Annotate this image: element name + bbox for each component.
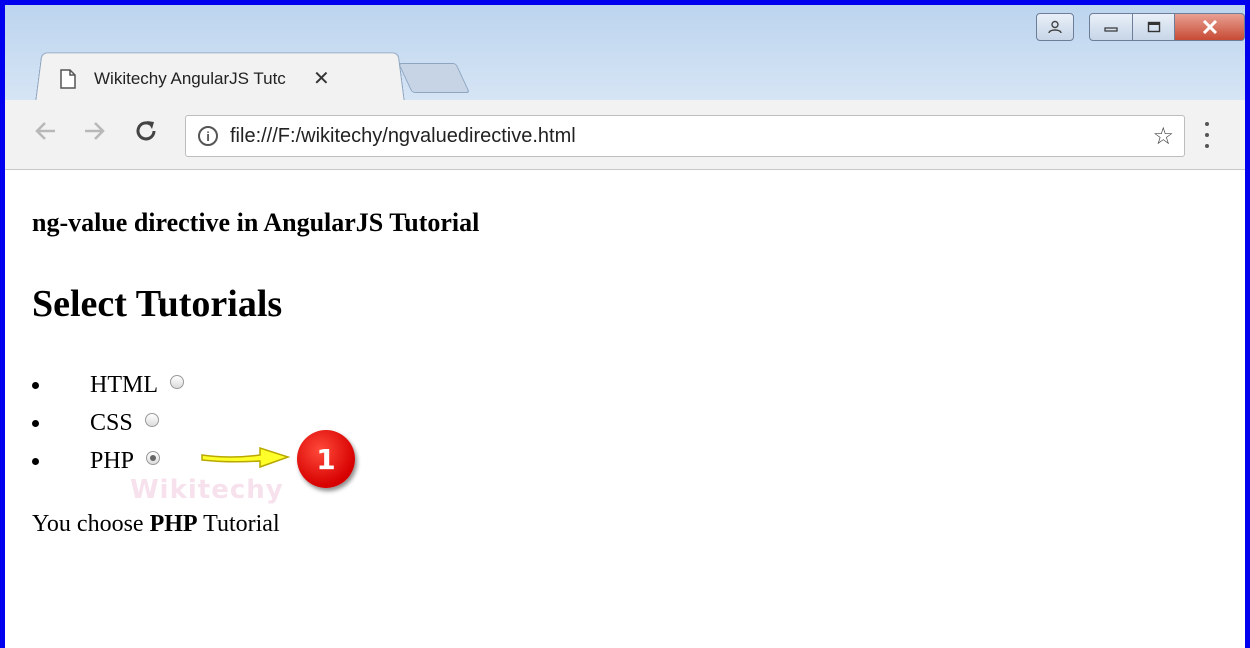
page-title: Select Tutorials — [32, 283, 283, 325]
browser-window: Wikitechy AngularJS Tutc ✕ i file:///F:/… — [0, 0, 1250, 648]
active-tab-content[interactable]: Wikitechy AngularJS Tutc ✕ — [60, 63, 390, 95]
back-arrow-icon[interactable] — [33, 118, 59, 151]
info-icon[interactable]: i — [198, 126, 218, 146]
tab-title: Wikitechy AngularJS Tutc — [94, 69, 286, 88]
minimize-icon[interactable] — [1089, 13, 1133, 41]
window-controls — [1036, 13, 1245, 43]
user-profile-icon[interactable] — [1036, 13, 1074, 41]
menu-icon[interactable] — [1203, 122, 1211, 148]
bullet — [32, 382, 39, 389]
bookmark-star-icon[interactable]: ☆ — [1152, 122, 1174, 150]
annotation-arrow-icon — [201, 446, 290, 469]
option-label-html: HTML — [90, 371, 158, 398]
forward-arrow-icon[interactable] — [81, 118, 107, 151]
option-label-css: CSS — [90, 409, 133, 436]
radio-css[interactable] — [144, 413, 159, 427]
result-value: PHP — [149, 511, 198, 537]
page-subtitle: ng-value directive in AngularJS Tutorial — [32, 208, 480, 237]
list-item: CSS — [32, 404, 184, 442]
new-tab-button[interactable] — [398, 63, 470, 93]
result-prefix: You choose — [32, 511, 144, 537]
option-label-php: PHP — [90, 447, 135, 474]
annotation-marker: 1 — [297, 430, 355, 488]
address-bar[interactable]: i file:///F:/wikitechy/ngvaluedirective.… — [185, 115, 1185, 157]
reload-icon[interactable] — [133, 118, 159, 151]
url-text[interactable]: file:///F:/wikitechy/ngvaluedirective.ht… — [230, 125, 1152, 148]
page-icon — [60, 69, 76, 89]
close-tab-icon[interactable]: ✕ — [313, 69, 330, 89]
bullet — [32, 458, 39, 465]
result-suffix: Tutorial — [203, 511, 280, 537]
radio-php[interactable] — [146, 451, 161, 465]
watermark: Wikitechy — [130, 475, 284, 505]
selection-result: You choose PHP Tutorial — [32, 511, 280, 538]
maximize-icon[interactable] — [1133, 13, 1175, 41]
title-bar: Wikitechy AngularJS Tutc ✕ — [5, 5, 1245, 103]
close-window-icon[interactable] — [1175, 13, 1245, 41]
bullet — [32, 420, 39, 427]
browser-toolbar: i file:///F:/wikitechy/ngvaluedirective.… — [5, 100, 1245, 170]
radio-html[interactable] — [170, 375, 184, 389]
tutorial-options: HTML CSS PHP — [32, 366, 184, 480]
list-item: HTML — [32, 366, 184, 404]
